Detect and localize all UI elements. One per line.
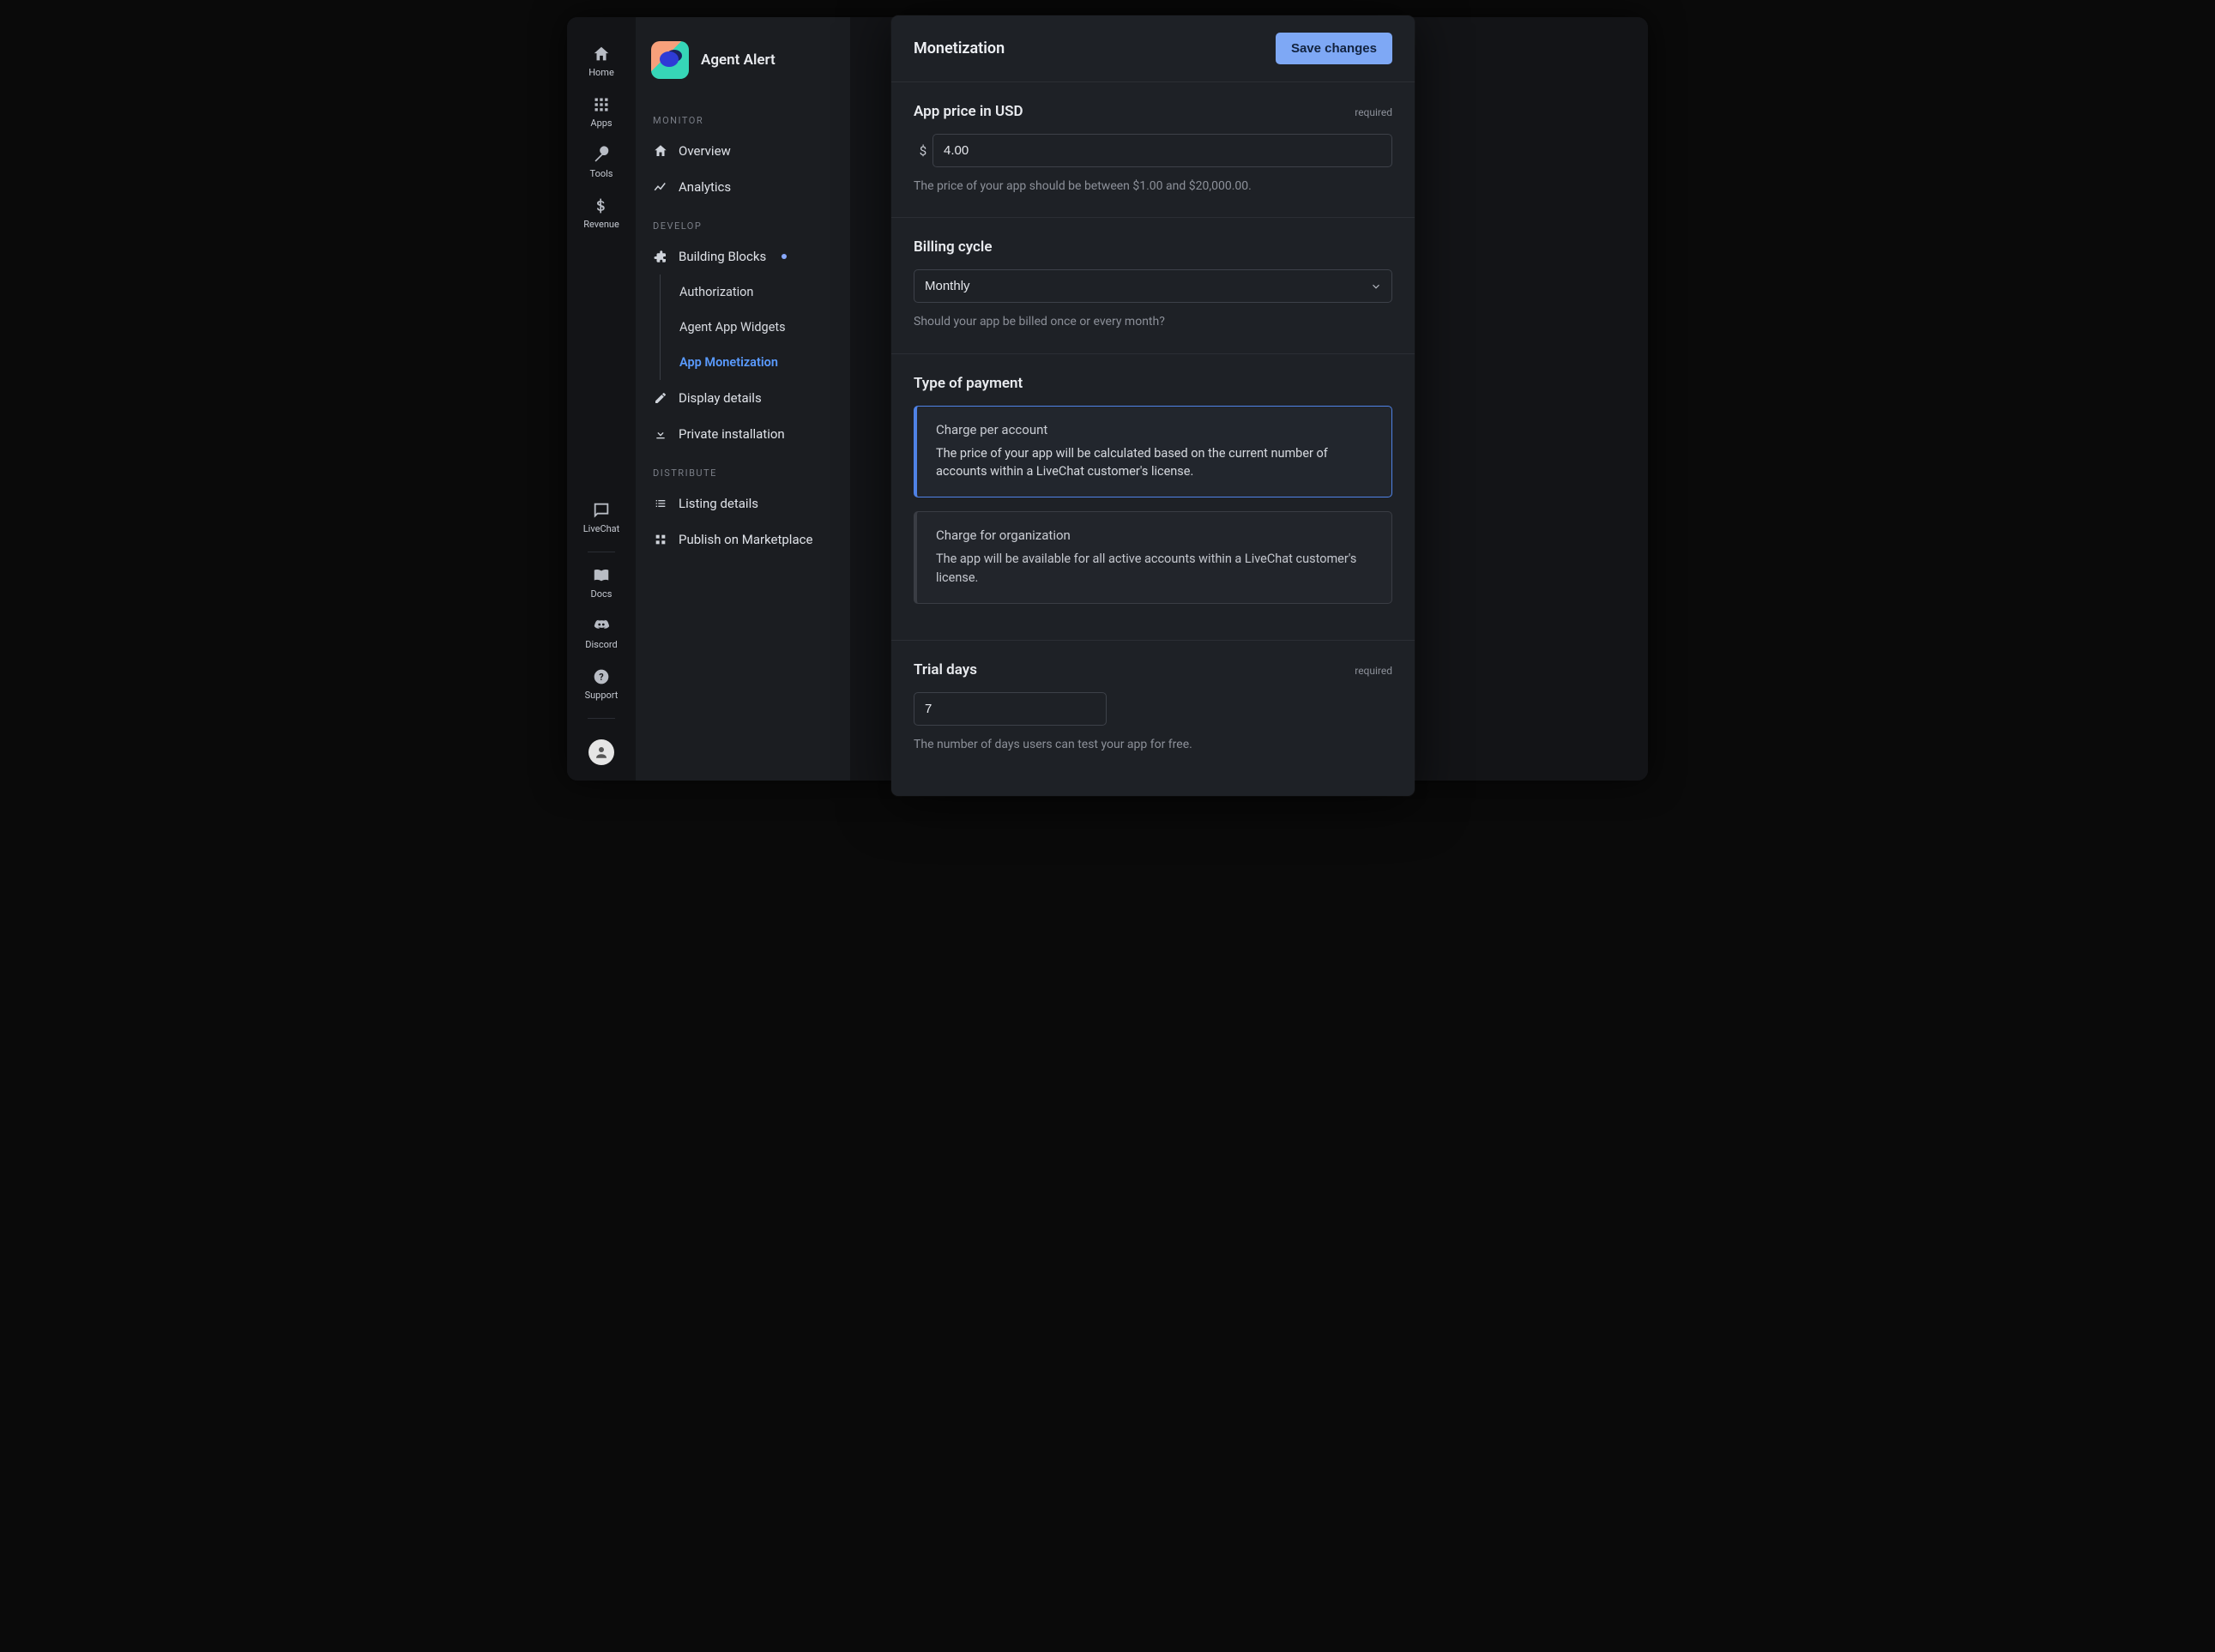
price-title: App price in USD: [914, 103, 1023, 120]
payment-option-per-organization[interactable]: Charge for organization The app will be …: [914, 511, 1392, 604]
app-title: Agent Alert: [701, 51, 776, 69]
rail-tools[interactable]: Tools: [576, 141, 627, 188]
home-icon: [592, 45, 611, 63]
nav-display-details[interactable]: Display details: [636, 380, 850, 416]
payment-opt1-desc: The price of your app will be calculated…: [936, 444, 1373, 482]
app-header: Agent Alert: [636, 41, 850, 99]
payment-opt1-title: Charge per account: [936, 422, 1373, 437]
rail-tools-label: Tools: [590, 168, 613, 179]
rail-apps[interactable]: Apps: [576, 90, 627, 137]
rail-apps-label: Apps: [590, 118, 612, 129]
grid-icon: [653, 532, 668, 547]
section-trial: Trial days required The number of days u…: [891, 641, 1415, 775]
section-billing: Billing cycle Monthly Should your app be…: [891, 218, 1415, 353]
rail-discord[interactable]: Discord: [576, 612, 627, 659]
card-title: Monetization: [914, 39, 1005, 57]
sub-agent-app-widgets[interactable]: Agent App Widgets: [661, 310, 850, 345]
pencil-icon: [653, 390, 668, 406]
rail-home[interactable]: Home: [576, 39, 627, 87]
rail-divider-2: [588, 718, 615, 719]
rail-discord-label: Discord: [585, 639, 617, 650]
payment-title: Type of payment: [914, 375, 1023, 392]
rail-home-label: Home: [588, 67, 614, 78]
rail-livechat[interactable]: LiveChat: [576, 496, 627, 543]
payment-opt2-title: Charge for organization: [936, 528, 1373, 543]
dollar-icon: [592, 196, 611, 215]
trial-helper: The number of days users can test your a…: [914, 736, 1392, 753]
nav-overview-label: Overview: [679, 143, 731, 159]
rail-revenue[interactable]: Revenue: [576, 191, 627, 238]
apps-grid-icon: [592, 95, 611, 114]
home-icon: [653, 143, 668, 159]
help-icon: ?: [592, 667, 611, 686]
rail-docs-label: Docs: [591, 588, 613, 600]
trial-input[interactable]: [914, 692, 1107, 726]
wrench-icon: [592, 146, 611, 165]
monetization-card: Monetization Save changes App price in U…: [891, 15, 1415, 796]
billing-select[interactable]: Monthly: [914, 269, 1392, 303]
book-icon: [592, 566, 611, 585]
nav-analytics[interactable]: Analytics: [636, 169, 850, 205]
billing-title: Billing cycle: [914, 238, 992, 256]
discord-icon: [592, 617, 611, 636]
nav-analytics-label: Analytics: [679, 179, 731, 195]
svg-text:?: ?: [599, 672, 603, 683]
nav-display-details-label: Display details: [679, 390, 762, 406]
rail-support-label: Support: [585, 690, 619, 701]
nav-publish-marketplace[interactable]: Publish on Marketplace: [636, 522, 850, 558]
download-icon: [653, 426, 668, 442]
list-icon: [653, 496, 668, 511]
icon-rail: Home Apps Tools Revenue LiveChat: [567, 17, 636, 781]
nav-listing-details-label: Listing details: [679, 496, 758, 511]
rail-livechat-label: LiveChat: [583, 523, 620, 534]
payment-option-per-account[interactable]: Charge per account The price of your app…: [914, 406, 1392, 498]
save-button[interactable]: Save changes: [1276, 33, 1392, 64]
price-helper: The price of your app should be between …: [914, 178, 1392, 195]
section-payment: Type of payment Charge per account The p…: [891, 354, 1415, 641]
rail-support[interactable]: ? Support: [576, 662, 627, 709]
nav-overview[interactable]: Overview: [636, 133, 850, 169]
section-price: App price in USD required $ The price of…: [891, 82, 1415, 218]
section-distribute: DISTRIBUTE: [636, 452, 850, 485]
trial-title: Trial days: [914, 661, 977, 678]
building-blocks-sublist: Authorization Agent App Widgets App Mone…: [660, 274, 850, 380]
price-input[interactable]: [932, 134, 1392, 167]
puzzle-icon: [653, 249, 668, 264]
nav-listing-details[interactable]: Listing details: [636, 485, 850, 522]
billing-helper: Should your app be billed once or every …: [914, 313, 1392, 330]
sub-authorization[interactable]: Authorization: [661, 274, 850, 310]
price-required-tag: required: [1355, 106, 1392, 118]
nav-building-blocks-label: Building Blocks: [679, 249, 766, 264]
currency-symbol: $: [914, 134, 932, 167]
side-panel: Agent Alert MONITOR Overview Analytics D…: [636, 17, 850, 781]
nav-building-blocks[interactable]: Building Blocks: [636, 238, 850, 274]
nav-private-installation[interactable]: Private installation: [636, 416, 850, 452]
user-avatar[interactable]: [588, 739, 614, 765]
rail-revenue-label: Revenue: [583, 219, 619, 230]
payment-opt2-desc: The app will be available for all active…: [936, 550, 1373, 588]
trial-required-tag: required: [1355, 665, 1392, 677]
nav-publish-marketplace-label: Publish on Marketplace: [679, 532, 812, 547]
section-monitor: MONITOR: [636, 99, 850, 133]
chat-icon: [592, 501, 611, 520]
card-header: Monetization Save changes: [891, 15, 1415, 82]
app-logo: [651, 41, 689, 79]
app-shell: Home Apps Tools Revenue LiveChat: [567, 17, 1648, 781]
sub-app-monetization[interactable]: App Monetization: [661, 345, 850, 380]
rail-docs[interactable]: Docs: [576, 561, 627, 608]
analytics-icon: [653, 179, 668, 195]
nav-private-installation-label: Private installation: [679, 426, 785, 442]
section-develop: DEVELOP: [636, 205, 850, 238]
